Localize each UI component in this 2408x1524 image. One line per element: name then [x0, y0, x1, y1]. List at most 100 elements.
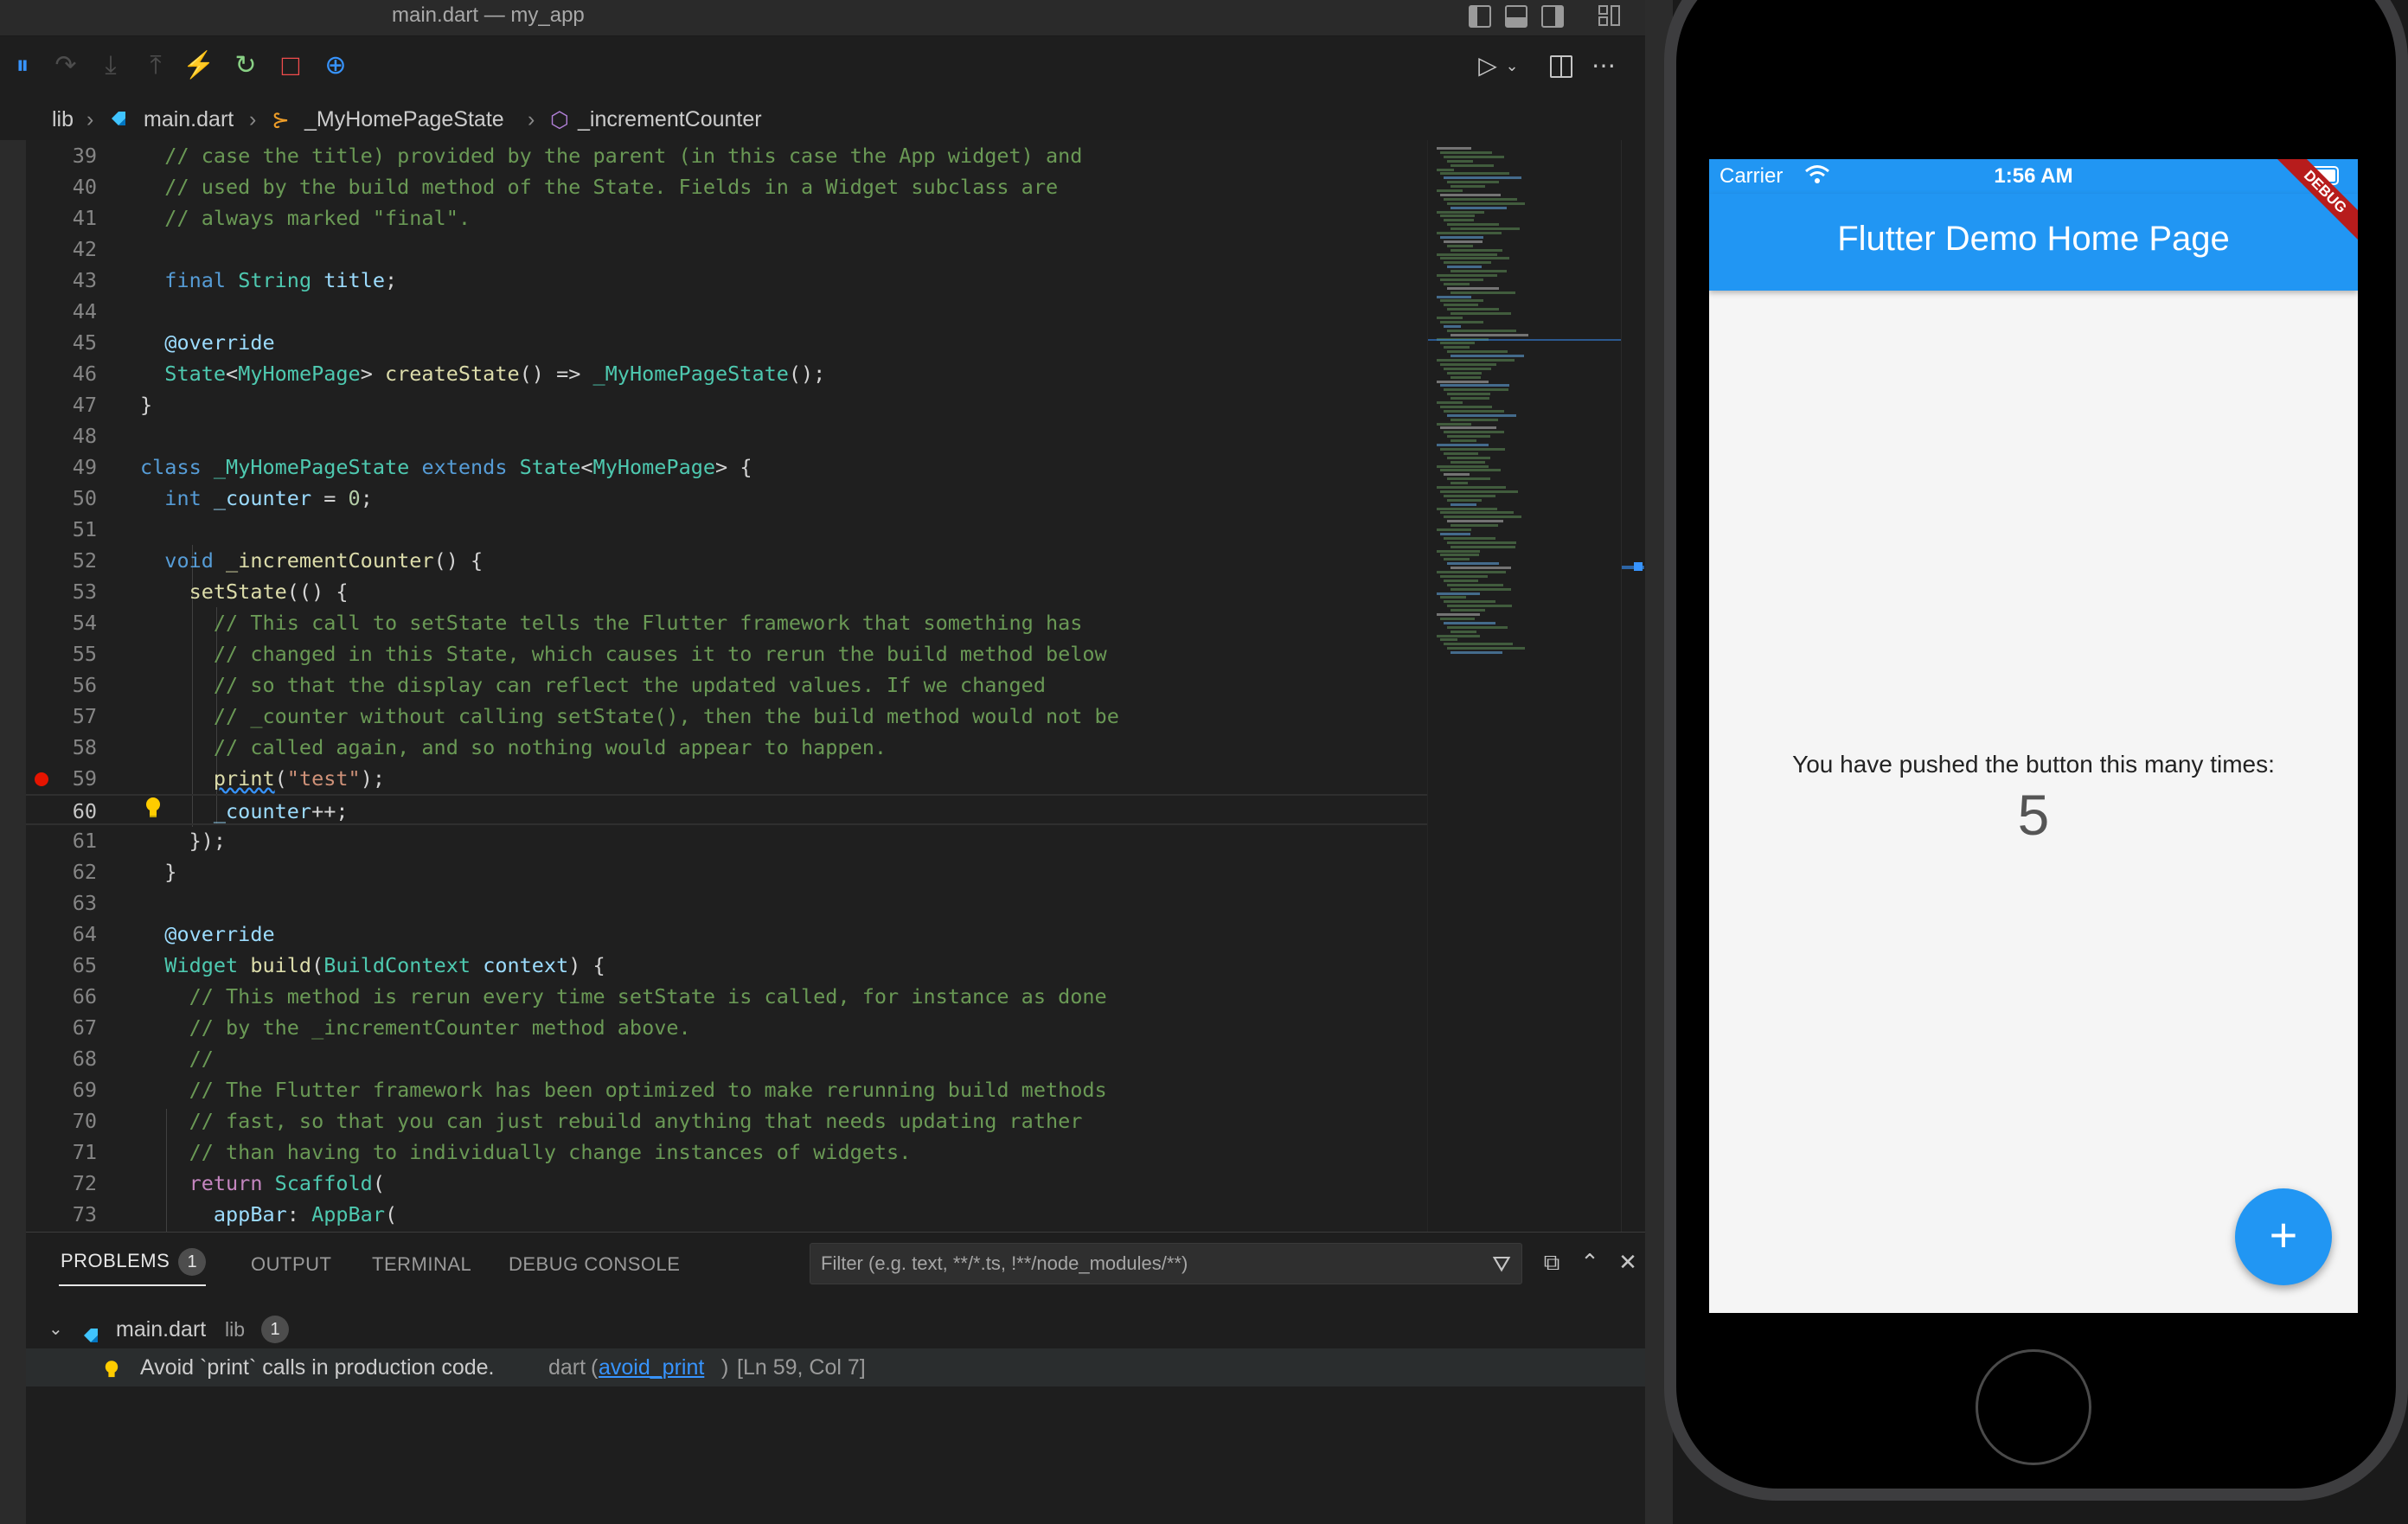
line-number[interactable]: 52 — [26, 545, 97, 576]
toggle-panel-icon[interactable] — [1505, 5, 1527, 28]
code-line[interactable]: 72 return Scaffold( — [26, 1168, 1427, 1199]
code-line[interactable]: 73 appBar: AppBar( — [26, 1199, 1427, 1230]
problem-item[interactable]: Avoid `print` calls in production code. … — [26, 1348, 1645, 1386]
code-line[interactable]: 52 void _incrementCounter() { — [26, 545, 1427, 576]
line-number[interactable]: 50 — [26, 483, 97, 514]
tab-problems[interactable]: PROBLEMS 1 — [61, 1248, 207, 1276]
line-number[interactable]: 54 — [26, 607, 97, 638]
code-line[interactable]: 40 // used by the build method of the St… — [26, 171, 1427, 202]
code-line[interactable]: 56 // so that the display can reflect th… — [26, 669, 1427, 701]
lightbulb-icon[interactable] — [144, 797, 162, 819]
line-number[interactable]: 42 — [26, 234, 97, 265]
stop-icon[interactable]: □ — [273, 48, 308, 83]
line-number[interactable]: 70 — [26, 1105, 97, 1137]
tab-output[interactable]: OUTPUT — [251, 1253, 331, 1276]
line-number[interactable]: 63 — [26, 887, 97, 919]
line-number[interactable]: 51 — [26, 514, 97, 545]
line-number[interactable]: 39 — [26, 140, 97, 171]
breadcrumb-folder[interactable]: lib — [52, 107, 74, 132]
code-line[interactable]: 44 — [26, 296, 1427, 327]
code-line[interactable]: 71 // than having to individually change… — [26, 1137, 1427, 1168]
step-out-icon[interactable]: ⤒ — [138, 48, 173, 83]
maximize-panel-icon[interactable]: ⌃ — [1576, 1248, 1604, 1276]
code-line[interactable]: 62 } — [26, 856, 1427, 887]
code-editor[interactable]: 39 // case the title) provided by the pa… — [26, 140, 1427, 1232]
code-line[interactable]: 42 — [26, 234, 1427, 265]
code-line[interactable]: 63 — [26, 887, 1427, 919]
line-number[interactable]: 44 — [26, 296, 97, 327]
problem-code-link[interactable]: avoid_print — [599, 1348, 704, 1386]
restart-icon[interactable]: ↻ — [228, 48, 263, 83]
line-number[interactable]: 69 — [26, 1074, 97, 1105]
code-line[interactable]: 51 — [26, 514, 1427, 545]
breadcrumb-file[interactable]: main.dart — [144, 107, 234, 132]
toggle-secondary-sidebar-icon[interactable] — [1541, 5, 1564, 28]
code-line[interactable]: 61 }); — [26, 825, 1427, 856]
chevron-down-icon[interactable]: ⌄ — [1502, 48, 1522, 83]
line-number[interactable]: 72 — [26, 1168, 97, 1199]
minimap-viewport[interactable] — [1428, 339, 1621, 341]
code-line[interactable]: 59 print("test"); — [26, 763, 1427, 794]
line-number[interactable]: 48 — [26, 420, 97, 451]
code-line[interactable]: 47} — [26, 389, 1427, 420]
problems-file-row[interactable]: ⌄ main.dart lib 1 — [26, 1312, 1645, 1347]
code-line[interactable]: 53 setState(() { — [26, 576, 1427, 607]
minimap[interactable] — [1427, 140, 1621, 1232]
code-line[interactable]: 67 // by the _incrementCounter method ab… — [26, 1012, 1427, 1043]
inspect-widget-icon[interactable]: ⊕ — [318, 48, 353, 83]
increment-fab-button[interactable]: + — [2235, 1188, 2332, 1285]
code-line[interactable]: 69 // The Flutter framework has been opt… — [26, 1074, 1427, 1105]
line-number[interactable]: 58 — [26, 732, 97, 763]
line-number[interactable]: 43 — [26, 265, 97, 296]
line-number[interactable]: 73 — [26, 1199, 97, 1230]
line-number[interactable]: 55 — [26, 638, 97, 669]
code-line[interactable]: 64 @override — [26, 919, 1427, 950]
line-number[interactable]: 46 — [26, 358, 97, 389]
line-number[interactable]: 61 — [26, 825, 97, 856]
close-panel-icon[interactable]: ✕ — [1614, 1248, 1642, 1276]
code-line[interactable]: 58 // called again, and so nothing would… — [26, 732, 1427, 763]
line-number[interactable]: 41 — [26, 202, 97, 234]
home-button[interactable] — [1976, 1349, 2091, 1465]
code-line[interactable]: 43 final String title; — [26, 265, 1427, 296]
hot-reload-icon[interactable]: ⚡ — [182, 48, 216, 83]
line-number[interactable]: 62 — [26, 856, 97, 887]
breadcrumb-class[interactable]: _MyHomePageState — [304, 107, 504, 132]
line-number[interactable]: 60 — [26, 796, 97, 827]
toggle-sidebar-icon[interactable] — [1469, 5, 1491, 28]
more-actions-icon[interactable]: ⋯ — [1586, 48, 1621, 83]
code-line[interactable]: 48 — [26, 420, 1427, 451]
code-line[interactable]: 57 // _counter without calling setState(… — [26, 701, 1427, 732]
code-line[interactable]: 45 @override — [26, 327, 1427, 358]
line-number[interactable]: 68 — [26, 1043, 97, 1074]
breadcrumb-method[interactable]: _incrementCounter — [578, 107, 762, 132]
code-line[interactable]: 65 Widget build(BuildContext context) { — [26, 950, 1427, 981]
line-number[interactable]: 67 — [26, 1012, 97, 1043]
code-line[interactable]: 41 // always marked "final". — [26, 202, 1427, 234]
collapse-all-icon[interactable]: ⧉ — [1538, 1248, 1566, 1276]
tab-debug-console[interactable]: DEBUG CONSOLE — [509, 1253, 680, 1276]
line-number[interactable]: 66 — [26, 981, 97, 1012]
customize-layout-icon[interactable] — [1598, 5, 1621, 28]
line-number[interactable]: 47 — [26, 389, 97, 420]
code-line[interactable]: 49 class _MyHomePageState extends State<M… — [26, 451, 1427, 483]
line-number[interactable]: 71 — [26, 1137, 97, 1168]
breakpoint-marker[interactable] — [35, 772, 48, 786]
code-line[interactable]: 68 // — [26, 1043, 1427, 1074]
tab-terminal[interactable]: TERMINAL — [372, 1253, 471, 1276]
code-line[interactable]: 60 _counter++; — [26, 794, 1427, 825]
step-over-icon[interactable]: ↷ — [48, 48, 83, 83]
filter-icon[interactable]: ⛛ — [1492, 1244, 1511, 1284]
code-line[interactable]: 46 State<MyHomePage> createState() => _M… — [26, 358, 1427, 389]
pause-icon[interactable]: ⏸ — [5, 48, 40, 83]
split-editor-icon[interactable] — [1543, 48, 1578, 83]
line-number[interactable]: 45 — [26, 327, 97, 358]
step-into-icon[interactable]: ⤓ — [93, 48, 128, 83]
chevron-down-icon[interactable]: ⌄ — [48, 1312, 63, 1347]
line-number[interactable]: 57 — [26, 701, 97, 732]
code-line[interactable]: 66 // This method is rerun every time se… — [26, 981, 1427, 1012]
line-number[interactable]: 65 — [26, 950, 97, 981]
line-number[interactable]: 49 — [26, 451, 97, 483]
code-line[interactable]: 54 // This call to setState tells the Fl… — [26, 607, 1427, 638]
line-number[interactable]: 53 — [26, 576, 97, 607]
